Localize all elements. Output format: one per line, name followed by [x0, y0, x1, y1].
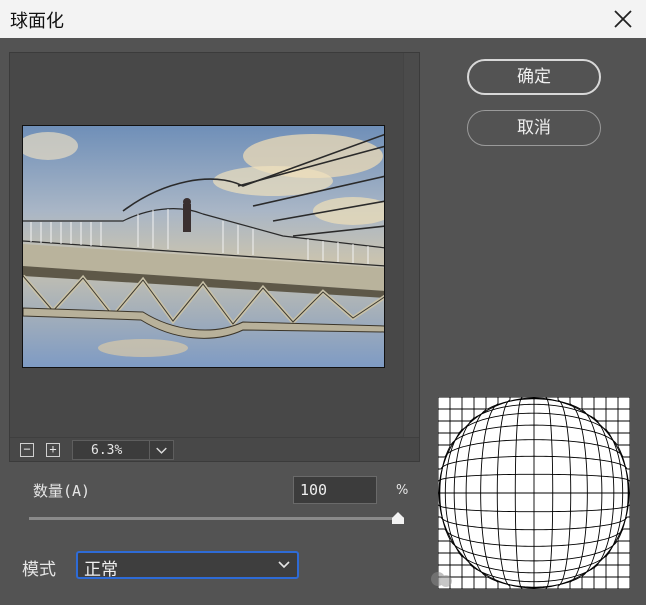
- zoom-in-icon[interactable]: +: [46, 443, 60, 457]
- preview-scrollbar[interactable]: [403, 53, 419, 439]
- title-bar: 球面化: [0, 0, 646, 38]
- preview-panel: − + 6.3%: [9, 52, 420, 462]
- zoom-bar: − + 6.3%: [10, 437, 419, 461]
- amount-slider-track[interactable]: [29, 517, 404, 520]
- chevron-down-icon[interactable]: [149, 441, 173, 459]
- wechat-icon: [431, 572, 452, 587]
- amount-input[interactable]: 100: [293, 476, 377, 504]
- percent-unit: %: [396, 483, 409, 498]
- amount-slider-thumb[interactable]: [392, 512, 404, 524]
- mode-select[interactable]: 正常: [76, 551, 299, 580]
- zoom-out-icon[interactable]: −: [20, 443, 34, 457]
- ok-button[interactable]: 确定: [467, 59, 601, 95]
- zoom-value: 6.3%: [91, 443, 123, 458]
- chevron-down-icon[interactable]: [277, 560, 291, 570]
- mode-selected-value: 正常: [84, 560, 118, 580]
- cancel-button[interactable]: 取消: [467, 110, 601, 146]
- preview-image[interactable]: [22, 125, 385, 368]
- window-title: 球面化: [10, 11, 64, 32]
- mode-label: 模式: [22, 560, 56, 580]
- zoom-select[interactable]: 6.3%: [72, 440, 174, 460]
- distortion-grid-preview: [437, 396, 631, 590]
- amount-label: 数量(A): [33, 482, 91, 500]
- close-icon[interactable]: [610, 6, 636, 32]
